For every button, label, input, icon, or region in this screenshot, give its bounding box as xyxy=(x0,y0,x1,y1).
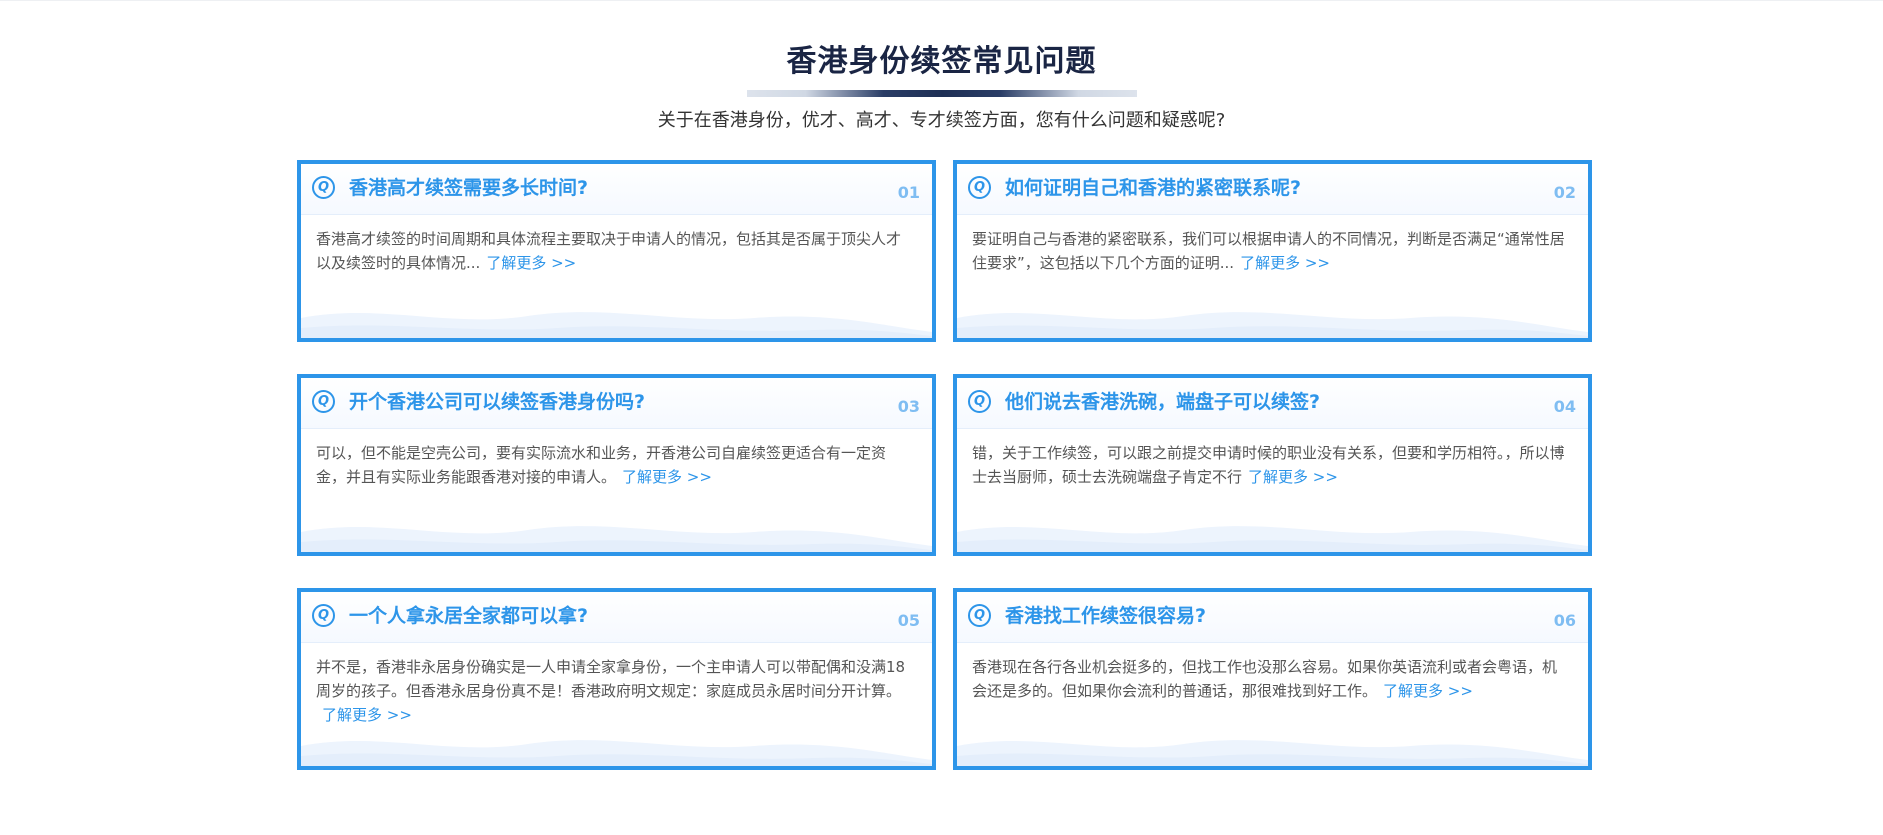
learn-more-link[interactable]: 了解更多 >> xyxy=(486,254,576,272)
wave-decoration xyxy=(957,740,1588,766)
faq-question[interactable]: 开个香港公司可以续签香港身份吗? xyxy=(349,389,645,415)
faq-answer: 并不是，香港非永居身份确实是一人申请全家拿身份，一个主申请人可以带配偶和没满18… xyxy=(301,643,932,727)
faq-answer-text: 香港高才续签的时间周期和具体流程主要取决于申请人的情况，包括其是否属于顶尖人才以… xyxy=(316,230,902,272)
faq-question[interactable]: 他们说去香港洗碗，端盘子可以续签? xyxy=(1005,389,1320,415)
faq-number: 06 xyxy=(1553,611,1576,630)
learn-more-link[interactable]: 了解更多 >> xyxy=(1248,468,1338,486)
faq-answer: 可以，但不能是空壳公司，要有实际流水和业务，开香港公司自雇续签更适合有一定资金，… xyxy=(301,429,932,489)
faq-card: Q 香港高才续签需要多长时间? 01 香港高才续签的时间周期和具体流程主要取决于… xyxy=(297,160,936,342)
faq-card: Q 如何证明自己和香港的紧密联系呢? 02 要证明自己与香港的紧密联系，我们可以… xyxy=(953,160,1592,342)
page-subtitle: 关于在香港身份，优才、高才、专才续签方面，您有什么问题和疑惑呢? xyxy=(657,110,1226,131)
faq-answer: 要证明自己与香港的紧密联系，我们可以根据申请人的不同情况，判断是否满足“通常性居… xyxy=(957,215,1588,275)
faq-number: 01 xyxy=(897,183,920,202)
faq-number: 04 xyxy=(1553,397,1576,416)
faq-question[interactable]: 一个人拿永居全家都可以拿? xyxy=(349,603,588,629)
question-icon: Q xyxy=(312,604,335,627)
faq-card: Q 香港找工作续签很容易? 06 香港现在各行各业机会挺多的，但找工作也没那么容… xyxy=(953,588,1592,770)
faq-number: 05 xyxy=(897,611,920,630)
top-divider xyxy=(0,0,1883,1)
title-underline xyxy=(746,90,1137,97)
wave-decoration xyxy=(957,526,1588,552)
learn-more-link[interactable]: 了解更多 >> xyxy=(1240,254,1330,272)
faq-card-header: Q 香港高才续签需要多长时间? 01 xyxy=(301,164,932,215)
faq-answer-text: 可以，但不能是空壳公司，要有实际流水和业务，开香港公司自雇续签更适合有一定资金，… xyxy=(316,444,887,486)
faq-card-header: Q 开个香港公司可以续签香港身份吗? 03 xyxy=(301,378,932,429)
learn-more-link[interactable]: 了解更多 >> xyxy=(1383,682,1473,700)
question-icon: Q xyxy=(968,176,991,199)
wave-decoration xyxy=(301,312,932,338)
page-title: 香港身份续签常见问题 xyxy=(786,44,1097,79)
faq-card: Q 他们说去香港洗碗，端盘子可以续签? 04 错，关于工作续签，可以跟之前提交申… xyxy=(953,374,1592,556)
faq-question[interactable]: 香港找工作续签很容易? xyxy=(1005,603,1206,629)
faq-answer: 香港现在各行各业机会挺多的，但找工作也没那么容易。如果你英语流利或者会粤语，机会… xyxy=(957,643,1588,703)
faq-card-header: Q 一个人拿永居全家都可以拿? 05 xyxy=(301,592,932,643)
faq-question[interactable]: 如何证明自己和香港的紧密联系呢? xyxy=(1005,175,1301,201)
faq-number: 03 xyxy=(897,397,920,416)
faq-card-header: Q 如何证明自己和香港的紧密联系呢? 02 xyxy=(957,164,1588,215)
faq-number: 02 xyxy=(1553,183,1576,202)
question-icon: Q xyxy=(312,176,335,199)
faq-card: Q 开个香港公司可以续签香港身份吗? 03 可以，但不能是空壳公司，要有实际流水… xyxy=(297,374,936,556)
faq-card: Q 一个人拿永居全家都可以拿? 05 并不是，香港非永居身份确实是一人申请全家拿… xyxy=(297,588,936,770)
section-header: 香港身份续签常见问题 关于在香港身份，优才、高才、专才续签方面，您有什么问题和疑… xyxy=(0,38,1883,133)
question-icon: Q xyxy=(968,604,991,627)
faq-card-header: Q 香港找工作续签很容易? 06 xyxy=(957,592,1588,643)
wave-decoration xyxy=(957,312,1588,338)
learn-more-link[interactable]: 了解更多 >> xyxy=(322,706,412,724)
learn-more-link[interactable]: 了解更多 >> xyxy=(622,468,712,486)
wave-decoration xyxy=(301,740,932,766)
question-icon: Q xyxy=(968,390,991,413)
faq-question[interactable]: 香港高才续签需要多长时间? xyxy=(349,175,588,201)
faq-grid: Q 香港高才续签需要多长时间? 01 香港高才续签的时间周期和具体流程主要取决于… xyxy=(297,160,1593,770)
faq-answer-text: 并不是，香港非永居身份确实是一人申请全家拿身份，一个主申请人可以带配偶和没满18… xyxy=(316,658,906,700)
wave-decoration xyxy=(301,526,932,552)
question-icon: Q xyxy=(312,390,335,413)
faq-card-header: Q 他们说去香港洗碗，端盘子可以续签? 04 xyxy=(957,378,1588,429)
faq-answer: 香港高才续签的时间周期和具体流程主要取决于申请人的情况，包括其是否属于顶尖人才以… xyxy=(301,215,932,275)
faq-answer: 错，关于工作续签，可以跟之前提交申请时候的职业没有关系，但要和学历相符。，所以博… xyxy=(957,429,1588,489)
